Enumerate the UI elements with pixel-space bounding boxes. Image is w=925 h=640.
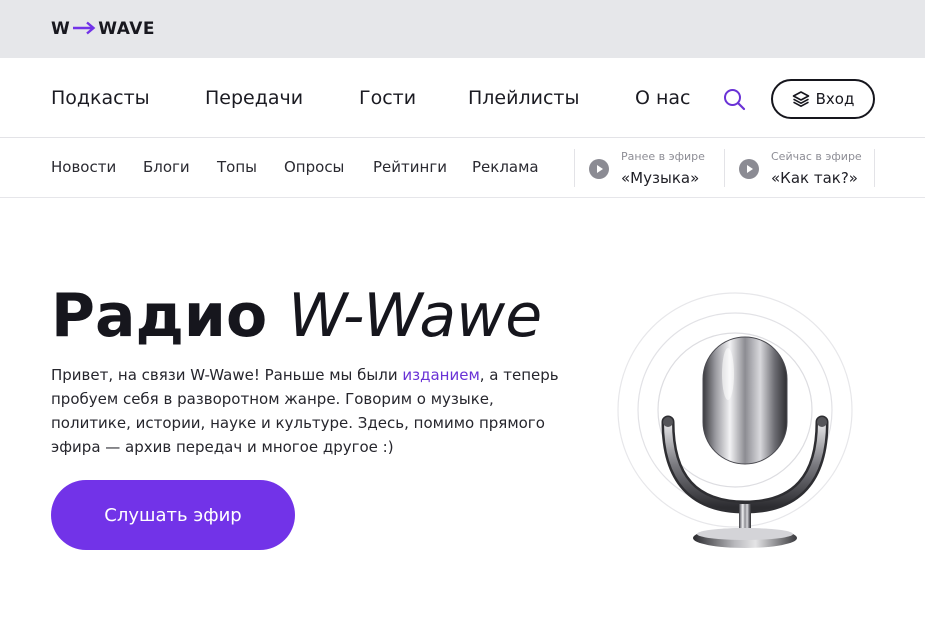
previously-on-air[interactable]: Ранее в эфире «Музыка»: [589, 150, 705, 188]
subnav-item-polls[interactable]: Опросы: [284, 158, 344, 176]
divider: [574, 149, 575, 187]
login-button[interactable]: Вход: [771, 79, 875, 119]
arrow-right-icon: [72, 20, 96, 39]
search-icon: [724, 89, 746, 111]
subnav-item-blogs[interactable]: Блоги: [143, 158, 190, 176]
divider: [724, 149, 725, 187]
nav-item-guests[interactable]: Гости: [359, 87, 416, 109]
logo[interactable]: W WAVE: [51, 19, 155, 39]
hero-text-start: Привет, на связи W-Wawe! Раньше мы были: [51, 366, 403, 384]
now-caption: Сейчас в эфире: [771, 150, 862, 163]
listen-live-label: Слушать эфир: [104, 504, 242, 526]
hero-title-italic: W-Wawe: [288, 281, 543, 351]
nav-item-podcasts[interactable]: Подкасты: [51, 87, 150, 109]
logo-text-wave: WAVE: [98, 19, 156, 39]
nav-item-shows[interactable]: Передачи: [205, 87, 303, 109]
nav-item-playlists[interactable]: Плейлисты: [468, 87, 579, 109]
subnav-item-tops[interactable]: Топы: [217, 158, 257, 176]
hero-description: Привет, на связи W-Wawe! Раньше мы были …: [51, 363, 571, 459]
subnav-item-ratings[interactable]: Рейтинги: [373, 158, 447, 176]
divider: [874, 149, 875, 187]
play-icon: [589, 159, 609, 179]
hero-title-bold: Радио: [51, 281, 268, 351]
hero-text-link[interactable]: изданием: [402, 366, 479, 384]
login-label: Вход: [815, 90, 855, 108]
nav-item-about[interactable]: О нас: [635, 87, 691, 109]
search-button[interactable]: [722, 87, 746, 111]
now-title: «Как так?»: [771, 169, 858, 187]
microphone-icon: [617, 292, 853, 548]
subnav-item-news[interactable]: Новости: [51, 158, 116, 176]
subnav-item-ads[interactable]: Реклама: [472, 158, 539, 176]
layers-icon: [792, 91, 809, 108]
now-on-air[interactable]: Сейчас в эфире «Как так?»: [739, 150, 862, 188]
play-icon: [739, 159, 759, 179]
top-bar: W WAVE: [0, 0, 925, 58]
hero-title: Радио W-Wawe: [51, 282, 542, 350]
previously-caption: Ранее в эфире: [621, 150, 705, 163]
logo-text-w: W: [51, 19, 71, 39]
sub-nav: Новости Блоги Топы Опросы Рейтинги Рекла…: [0, 138, 925, 198]
previously-title: «Музыка»: [621, 169, 700, 187]
listen-live-button[interactable]: Слушать эфир: [51, 480, 295, 550]
